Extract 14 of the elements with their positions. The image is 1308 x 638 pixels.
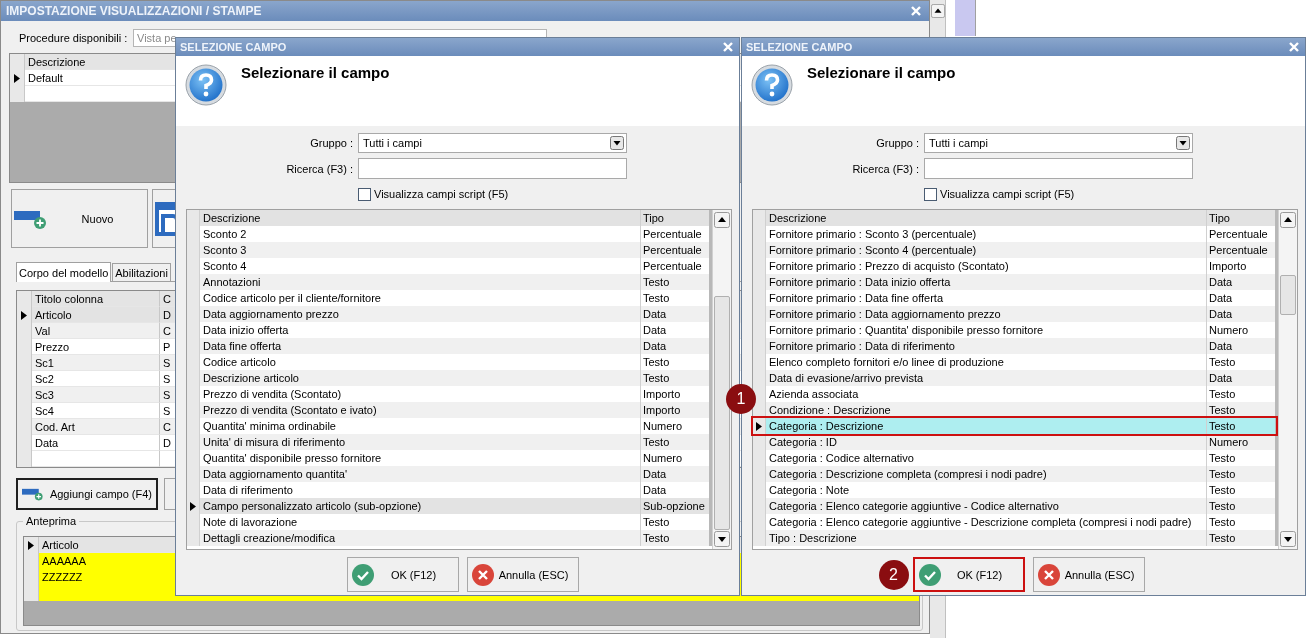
field-label: Procedure disponibili : (19, 32, 129, 44)
callout-number: 2 (878, 560, 909, 590)
dialog-heading: Selezionare il campo (241, 64, 390, 81)
field-label: Gruppo : (309, 137, 353, 149)
dialog-heading: Selezionare il campo (807, 64, 956, 81)
field-label: Gruppo : (875, 137, 919, 149)
dialog-title: SELEZIONE CAMPO (746, 41, 853, 53)
field-label: Ricerca (F3) : (285, 162, 353, 175)
dialog-title: SELEZIONE CAMPO (180, 41, 287, 53)
checkbox-label: Visualizza campi script (F5) (940, 188, 1075, 200)
group-title: Anteprima (23, 515, 80, 527)
field-label: Ricerca (F3) : (851, 162, 919, 175)
checkbox-label: Visualizza campi script (F5) (374, 188, 509, 200)
window-title: IMPOSTAZIONE VISUALIZZAZIONI / STAMPE (6, 4, 262, 18)
